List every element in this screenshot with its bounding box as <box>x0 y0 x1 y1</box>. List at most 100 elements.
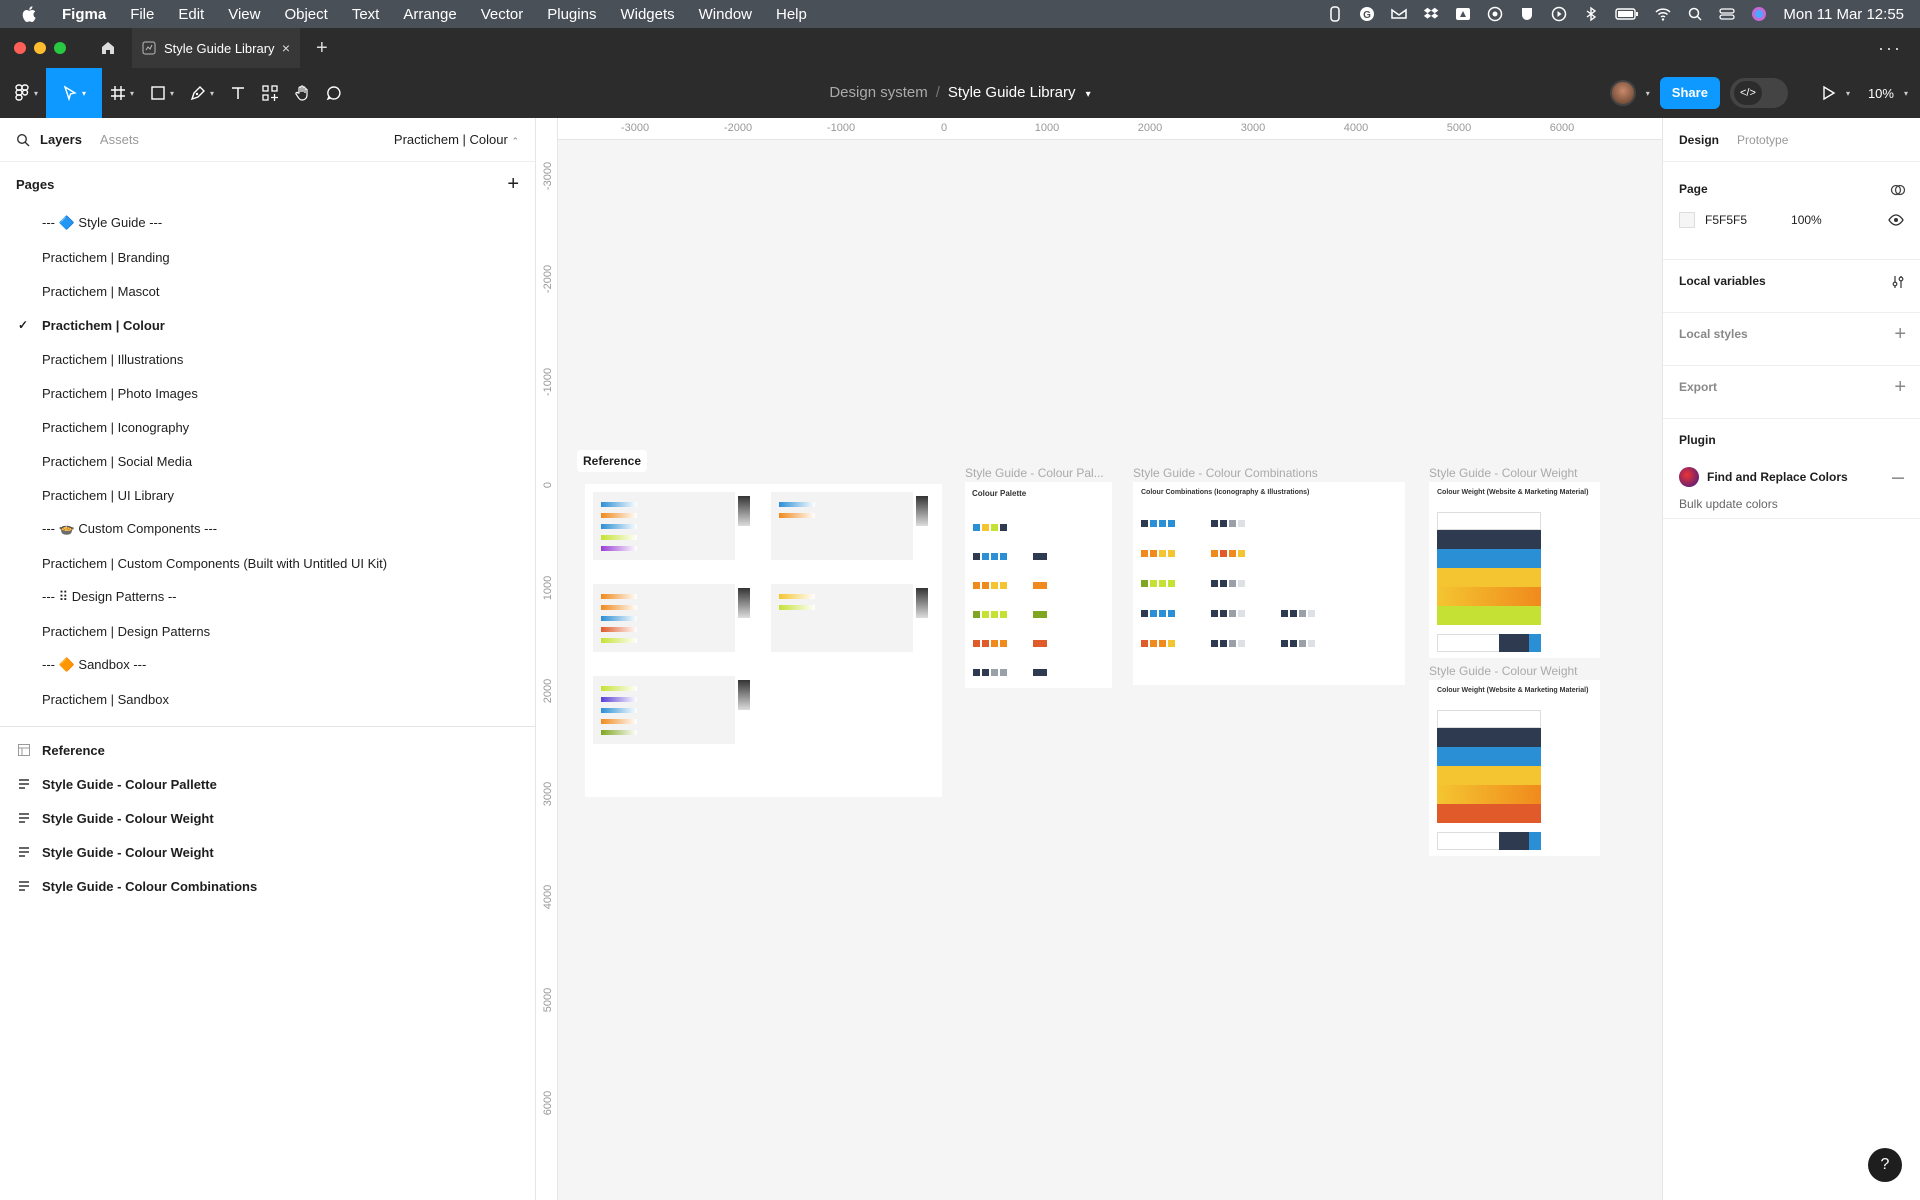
weight-frame-label-1[interactable]: Style Guide - Colour Weight <box>1429 466 1578 480</box>
close-tab-button[interactable]: × <box>282 40 290 56</box>
grammarly-icon[interactable]: G <box>1359 6 1375 22</box>
dev-mode-toggle[interactable]: </> <box>1729 78 1788 108</box>
page-item[interactable]: Practichem | Photo Images <box>0 376 535 410</box>
color-styles-icon[interactable] <box>1890 182 1906 198</box>
menu-vector[interactable]: Vector <box>481 6 524 23</box>
palette-frame-label[interactable]: Style Guide - Colour Pal... <box>965 466 1110 480</box>
home-button[interactable] <box>88 28 128 68</box>
zoom-window-button[interactable] <box>54 42 66 54</box>
breadcrumb-file-name[interactable]: Style Guide Library <box>948 84 1076 101</box>
current-page-selector[interactable]: Practichem | Colour ⌃ <box>394 132 519 147</box>
chevron-down-icon[interactable]: ▾ <box>1846 89 1850 98</box>
add-local-style-button[interactable]: + <box>1894 323 1906 346</box>
zoom-level[interactable]: 10% <box>1868 86 1894 101</box>
menubar-clock[interactable]: Mon 11 Mar 12:55 <box>1783 6 1904 23</box>
mail-icon[interactable] <box>1391 6 1408 22</box>
colour-weight-frame-2[interactable]: Colour Weight (Website & Marketing Mater… <box>1429 680 1600 856</box>
menu-widgets[interactable]: Widgets <box>620 6 674 23</box>
menu-file[interactable]: File <box>130 6 154 23</box>
resources-tool-button[interactable] <box>254 68 286 118</box>
present-play-icon[interactable] <box>1820 85 1836 101</box>
comment-tool-button[interactable] <box>318 68 350 118</box>
page-item[interactable]: Practichem | Custom Components (Built wi… <box>0 546 535 580</box>
page-color-value[interactable]: F5F5F5 <box>1705 213 1747 227</box>
minimize-window-button[interactable] <box>34 42 46 54</box>
shape-tool-button[interactable]: ▾ <box>142 68 182 118</box>
drive-icon[interactable] <box>1455 6 1471 22</box>
colour-combinations-frame[interactable]: Colour Combinations (Iconography & Illus… <box>1133 482 1405 685</box>
page-opacity-value[interactable]: 100% <box>1791 213 1822 227</box>
search-icon[interactable] <box>16 133 30 147</box>
combinations-frame-label[interactable]: Style Guide - Colour Combinations <box>1133 466 1318 480</box>
main-menu-button[interactable]: ▾ <box>6 68 46 118</box>
chevron-down-icon[interactable]: ▾ <box>1904 89 1908 98</box>
breadcrumb-project[interactable]: Design system <box>829 84 927 101</box>
canvas[interactable]: -3000 -2000 -1000 0 1000 2000 3000 4000 5000 6000… <box>536 118 1662 1200</box>
colour-weight-frame-1[interactable]: Colour Weight (Website & Marketing Mater… <box>1429 482 1600 658</box>
control-center-icon[interactable] <box>1719 6 1736 22</box>
page-item[interactable]: Practichem | Sandbox <box>0 682 535 716</box>
page-item[interactable]: Practichem | Iconography <box>0 410 535 444</box>
page-color-swatch[interactable] <box>1679 212 1695 228</box>
siri-icon[interactable] <box>1751 6 1767 22</box>
page-item[interactable]: Practichem | Illustrations <box>0 342 535 376</box>
plugin-item[interactable]: Find and Replace Colors — <box>1679 467 1904 487</box>
eye-icon[interactable] <box>1888 212 1904 228</box>
page-item[interactable]: Practichem | UI Library <box>0 478 535 512</box>
tab-design[interactable]: Design <box>1679 133 1719 147</box>
local-variables-heading[interactable]: Local variables <box>1679 274 1904 288</box>
close-window-button[interactable] <box>14 42 26 54</box>
tab-assets[interactable]: Assets <box>100 132 139 147</box>
menu-view[interactable]: View <box>228 6 260 23</box>
tab-prototype[interactable]: Prototype <box>1737 133 1788 147</box>
menu-plugins[interactable]: Plugins <box>547 6 596 23</box>
text-tool-button[interactable] <box>222 68 254 118</box>
page-item[interactable]: Practichem | Design Patterns <box>0 614 535 648</box>
battery-icon[interactable] <box>1615 6 1639 22</box>
hand-tool-button[interactable] <box>286 68 318 118</box>
apple-icon[interactable] <box>20 4 40 24</box>
weight-frame-label-2[interactable]: Style Guide - Colour Weight <box>1429 664 1578 678</box>
tab-layers[interactable]: Layers <box>40 132 82 147</box>
dropbox-icon[interactable] <box>1423 6 1439 22</box>
menu-edit[interactable]: Edit <box>178 6 204 23</box>
bluetooth-icon[interactable] <box>1583 6 1599 22</box>
page-item[interactable]: ✓ Practichem | Colour <box>0 308 535 342</box>
avatar[interactable] <box>1609 80 1636 106</box>
menu-arrange[interactable]: Arrange <box>403 6 456 23</box>
colour-palette-frame[interactable]: Colour Palette <box>965 482 1112 688</box>
layer-item[interactable]: Style Guide - Colour Weight <box>0 801 535 835</box>
reference-frame[interactable] <box>585 484 942 797</box>
pen-tool-button[interactable]: ▾ <box>182 68 222 118</box>
menu-app-name[interactable]: Figma <box>62 6 106 23</box>
menu-window[interactable]: Window <box>699 6 752 23</box>
layer-item[interactable]: Reference <box>0 733 535 767</box>
creative-cloud-icon[interactable] <box>1487 6 1503 22</box>
play-circle-icon[interactable] <box>1551 6 1567 22</box>
wifi-icon[interactable] <box>1655 6 1671 22</box>
page-item[interactable]: Practichem | Social Media <box>0 444 535 478</box>
spotlight-search-icon[interactable] <box>1687 6 1703 22</box>
layer-item[interactable]: Style Guide - Colour Combinations <box>0 869 535 903</box>
page-item[interactable]: Practichem | Branding <box>0 240 535 274</box>
page-item[interactable]: --- 🔷 Style Guide --- <box>0 206 535 240</box>
add-export-button[interactable]: + <box>1894 376 1906 399</box>
menu-help[interactable]: Help <box>776 6 807 23</box>
frame-tool-button[interactable]: ▾ <box>102 68 142 118</box>
add-page-button[interactable]: + <box>507 173 519 196</box>
help-button[interactable]: ? <box>1868 1148 1902 1182</box>
page-item[interactable]: --- 🔶 Sandbox --- <box>0 648 535 682</box>
menu-object[interactable]: Object <box>284 6 327 23</box>
page-item[interactable]: --- 🍲 Custom Components --- <box>0 512 535 546</box>
reference-frame-label[interactable]: Reference <box>577 450 648 472</box>
page-item[interactable]: Practichem | Mascot <box>0 274 535 308</box>
move-tool-button[interactable]: ▾ <box>46 68 103 118</box>
sliders-icon[interactable] <box>1890 274 1906 290</box>
vpn-icon[interactable] <box>1519 6 1535 22</box>
page-item[interactable]: --- ⠿ Design Patterns -- <box>0 580 535 614</box>
tab-style-guide-library[interactable]: Style Guide Library × <box>132 28 300 68</box>
menu-text[interactable]: Text <box>352 6 380 23</box>
share-button[interactable]: Share <box>1659 77 1720 109</box>
layer-item[interactable]: Style Guide - Colour Pallette <box>0 767 535 801</box>
new-tab-button[interactable]: + <box>316 37 328 60</box>
